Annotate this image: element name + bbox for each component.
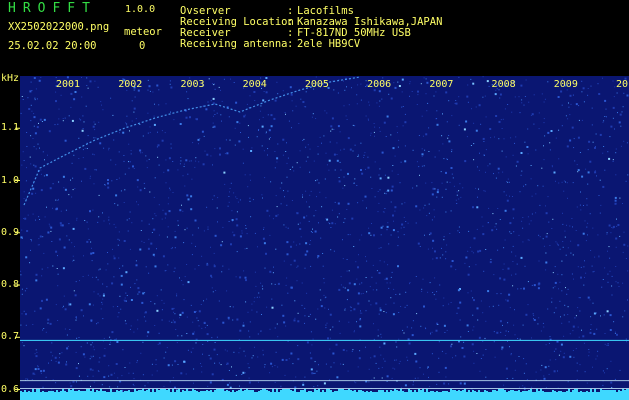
y-axis-unit: kHz (1, 73, 20, 84)
y-tick-label: 0.7 (1, 331, 20, 343)
noise-floor-band (20, 393, 629, 400)
y-tick-label: 0.6 (1, 383, 20, 395)
x-tick-label: 2005 (304, 79, 329, 90)
x-tick-label: 2006 (367, 79, 392, 90)
x-tick-label: 2008 (491, 79, 516, 90)
x-tick-label: 2009 (553, 79, 578, 90)
x-tick-label: 2007 (429, 79, 454, 90)
x-tick-label: 2003 (180, 79, 205, 90)
y-tick-label: 0.8 (1, 279, 20, 291)
y-tick-label: 0.9 (1, 226, 20, 238)
x-tick-label: 2010 (616, 79, 629, 90)
x-tick-label: 2002 (118, 79, 143, 90)
x-tick-label: 2001 (56, 79, 81, 90)
signal-trace (23, 76, 361, 206)
x-tick-label: 2004 (242, 79, 267, 90)
y-tick-label: 1.0 (1, 174, 20, 186)
y-tick-label: 1.1 (1, 122, 20, 134)
noise-floor-jitter (20, 389, 629, 393)
noise-speckles (20, 76, 629, 400)
spectrogram-overlay (15, 76, 629, 400)
